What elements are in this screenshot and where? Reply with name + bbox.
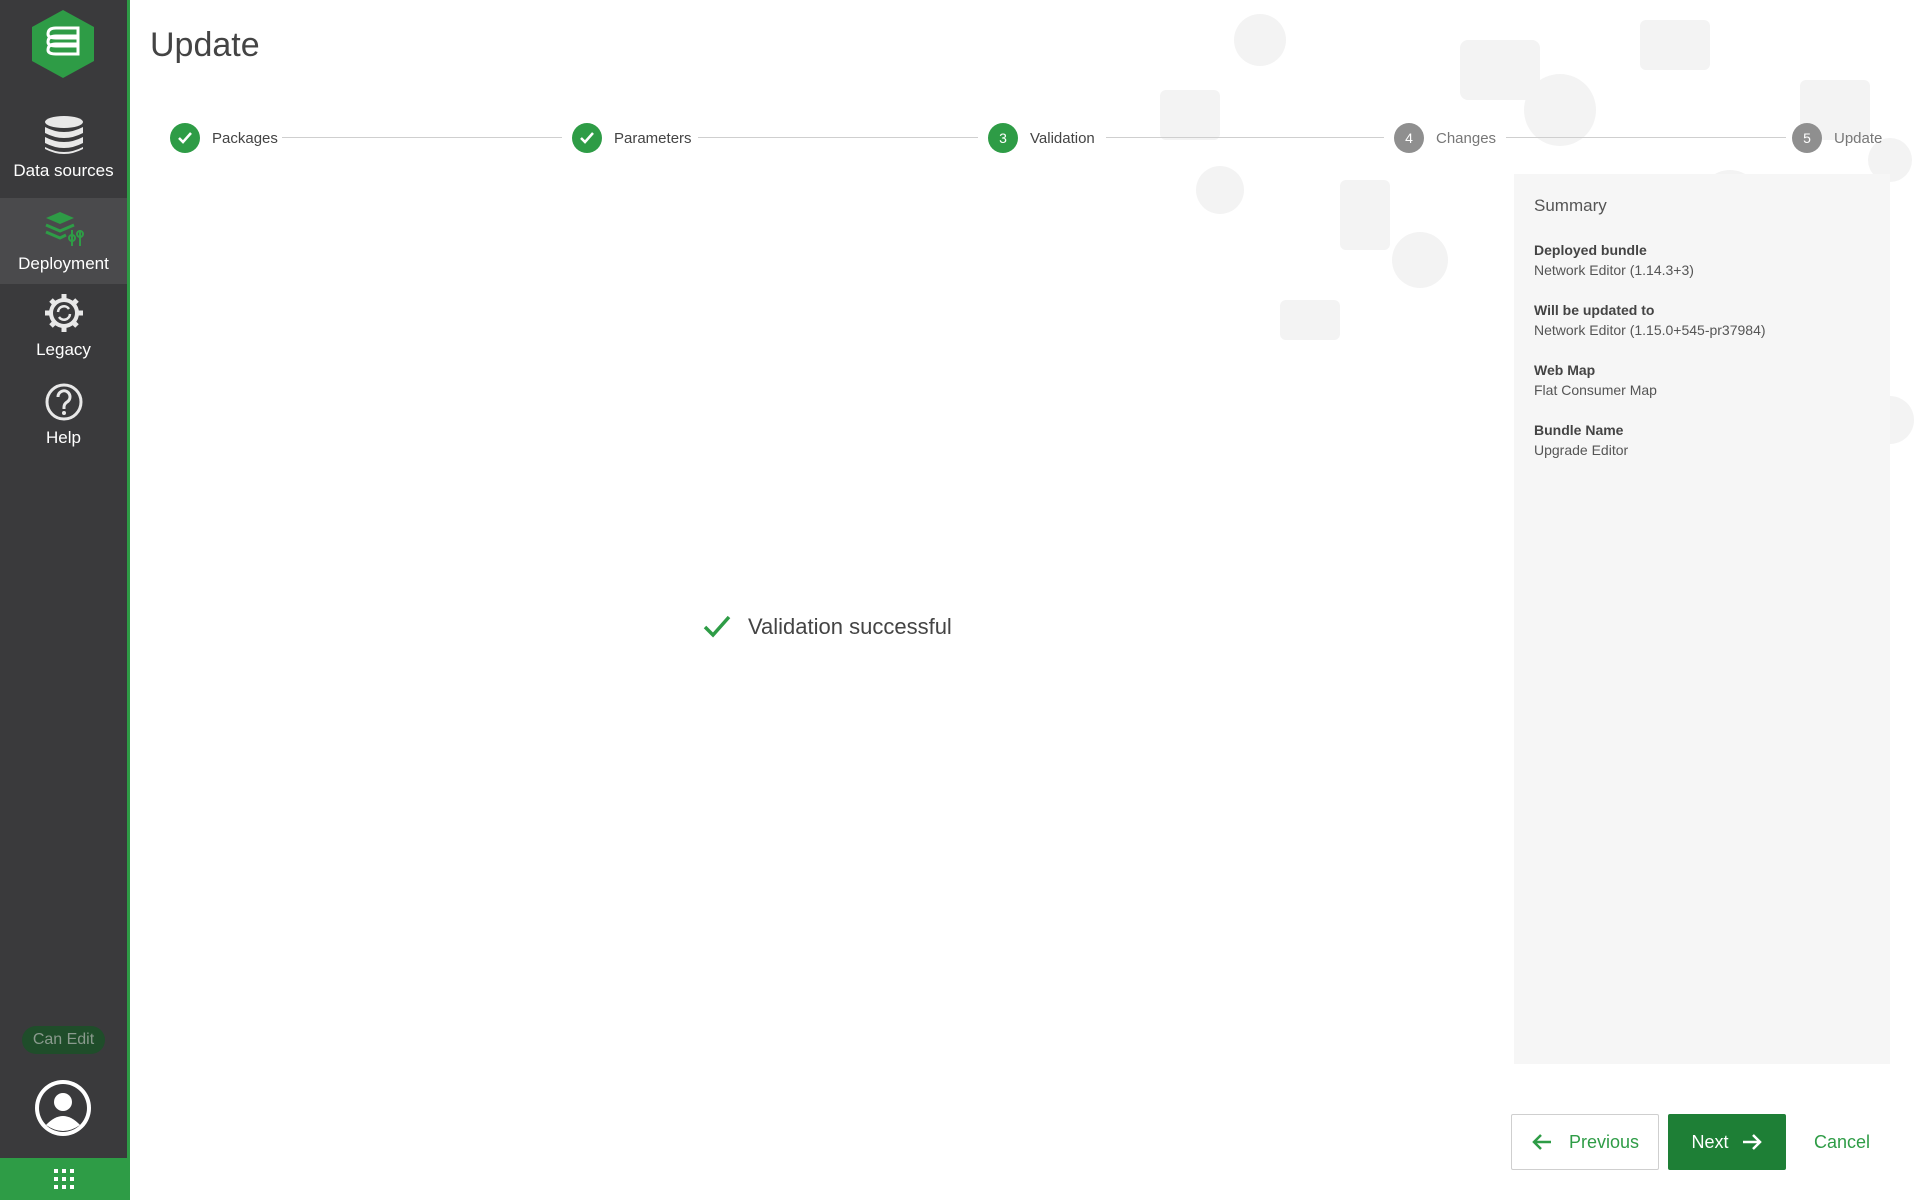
user-avatar-icon[interactable] bbox=[33, 1078, 93, 1138]
deployment-layers-icon bbox=[44, 212, 84, 246]
sidebar-item-label: Deployment bbox=[18, 254, 109, 273]
legacy-gear-icon bbox=[44, 294, 83, 332]
step-number: 3 bbox=[988, 123, 1018, 153]
step-number: 4 bbox=[1394, 123, 1424, 153]
success-check-icon bbox=[703, 615, 731, 638]
help-circle-icon bbox=[45, 383, 82, 421]
summary-key: Deployed bundle bbox=[1534, 242, 1647, 258]
step-connector bbox=[698, 137, 978, 138]
previous-button[interactable]: Previous bbox=[1511, 1114, 1659, 1170]
summary-key: Will be updated to bbox=[1534, 302, 1655, 318]
step-label: Validation bbox=[1030, 129, 1095, 147]
summary-title: Summary bbox=[1534, 196, 1607, 215]
step-validation[interactable]: 3 Validation bbox=[988, 120, 1095, 156]
summary-value: Upgrade Editor bbox=[1534, 442, 1629, 458]
check-icon bbox=[572, 123, 602, 153]
step-connector bbox=[1106, 137, 1384, 138]
arrow-right-icon bbox=[1742, 1134, 1762, 1150]
step-connector bbox=[282, 137, 562, 138]
summary-key: Bundle Name bbox=[1534, 422, 1624, 438]
summary-panel: Summary Deployed bundle Network Editor (… bbox=[1514, 174, 1890, 1064]
step-parameters[interactable]: Parameters bbox=[572, 120, 692, 156]
grid-apps-icon bbox=[53, 1169, 74, 1189]
database-icon bbox=[44, 116, 83, 154]
step-label: Parameters bbox=[614, 129, 692, 147]
next-label: Next bbox=[1691, 1131, 1729, 1152]
step-number: 5 bbox=[1792, 123, 1822, 153]
permission-badge: Can Edit bbox=[22, 1026, 105, 1054]
summary-item: Bundle Name Upgrade Editor bbox=[1534, 422, 1870, 458]
step-changes: 4 Changes bbox=[1394, 120, 1496, 156]
step-connector bbox=[1506, 137, 1786, 138]
sidebar: Data sources Deployment Legacy Help Can … bbox=[0, 0, 130, 1200]
summary-item: Web Map Flat Consumer Map bbox=[1534, 362, 1870, 398]
sidebar-item-help[interactable]: Help bbox=[0, 372, 127, 458]
sidebar-item-deployment[interactable]: Deployment bbox=[0, 198, 127, 284]
sidebar-item-legacy[interactable]: Legacy bbox=[0, 284, 127, 370]
sidebar-item-label: Help bbox=[46, 428, 81, 447]
previous-label: Previous bbox=[1568, 1131, 1640, 1152]
app-logo[interactable] bbox=[28, 8, 98, 80]
cancel-button[interactable]: Cancel bbox=[1800, 1114, 1884, 1170]
step-label: Update bbox=[1834, 129, 1883, 147]
next-button[interactable]: Next bbox=[1668, 1114, 1786, 1170]
summary-item: Deployed bundle Network Editor (1.14.3+3… bbox=[1534, 242, 1870, 278]
summary-value: Flat Consumer Map bbox=[1534, 382, 1657, 398]
sidebar-item-data-sources[interactable]: Data sources bbox=[0, 105, 127, 191]
summary-item: Will be updated to Network Editor (1.15.… bbox=[1534, 302, 1870, 338]
validation-status: Validation successful bbox=[702, 614, 952, 640]
step-label: Packages bbox=[212, 129, 278, 147]
app-launcher-button[interactable] bbox=[0, 1158, 127, 1200]
validation-message: Validation successful bbox=[748, 614, 952, 639]
sidebar-item-label: Legacy bbox=[36, 340, 91, 359]
step-update: 5 Update bbox=[1792, 120, 1882, 156]
step-label: Changes bbox=[1436, 129, 1497, 147]
sidebar-item-label: Data sources bbox=[13, 161, 114, 180]
arrow-left-icon bbox=[1532, 1134, 1551, 1150]
page-title: Update bbox=[150, 26, 260, 64]
check-icon bbox=[170, 123, 200, 153]
wizard-stepper: Packages Parameters 3 Validation 4 Chang… bbox=[168, 120, 1882, 156]
summary-value: Network Editor (1.14.3+3) bbox=[1534, 262, 1694, 278]
summary-key: Web Map bbox=[1534, 362, 1596, 378]
summary-value: Network Editor (1.15.0+545-pr37984) bbox=[1534, 322, 1766, 338]
step-packages[interactable]: Packages bbox=[170, 120, 278, 156]
